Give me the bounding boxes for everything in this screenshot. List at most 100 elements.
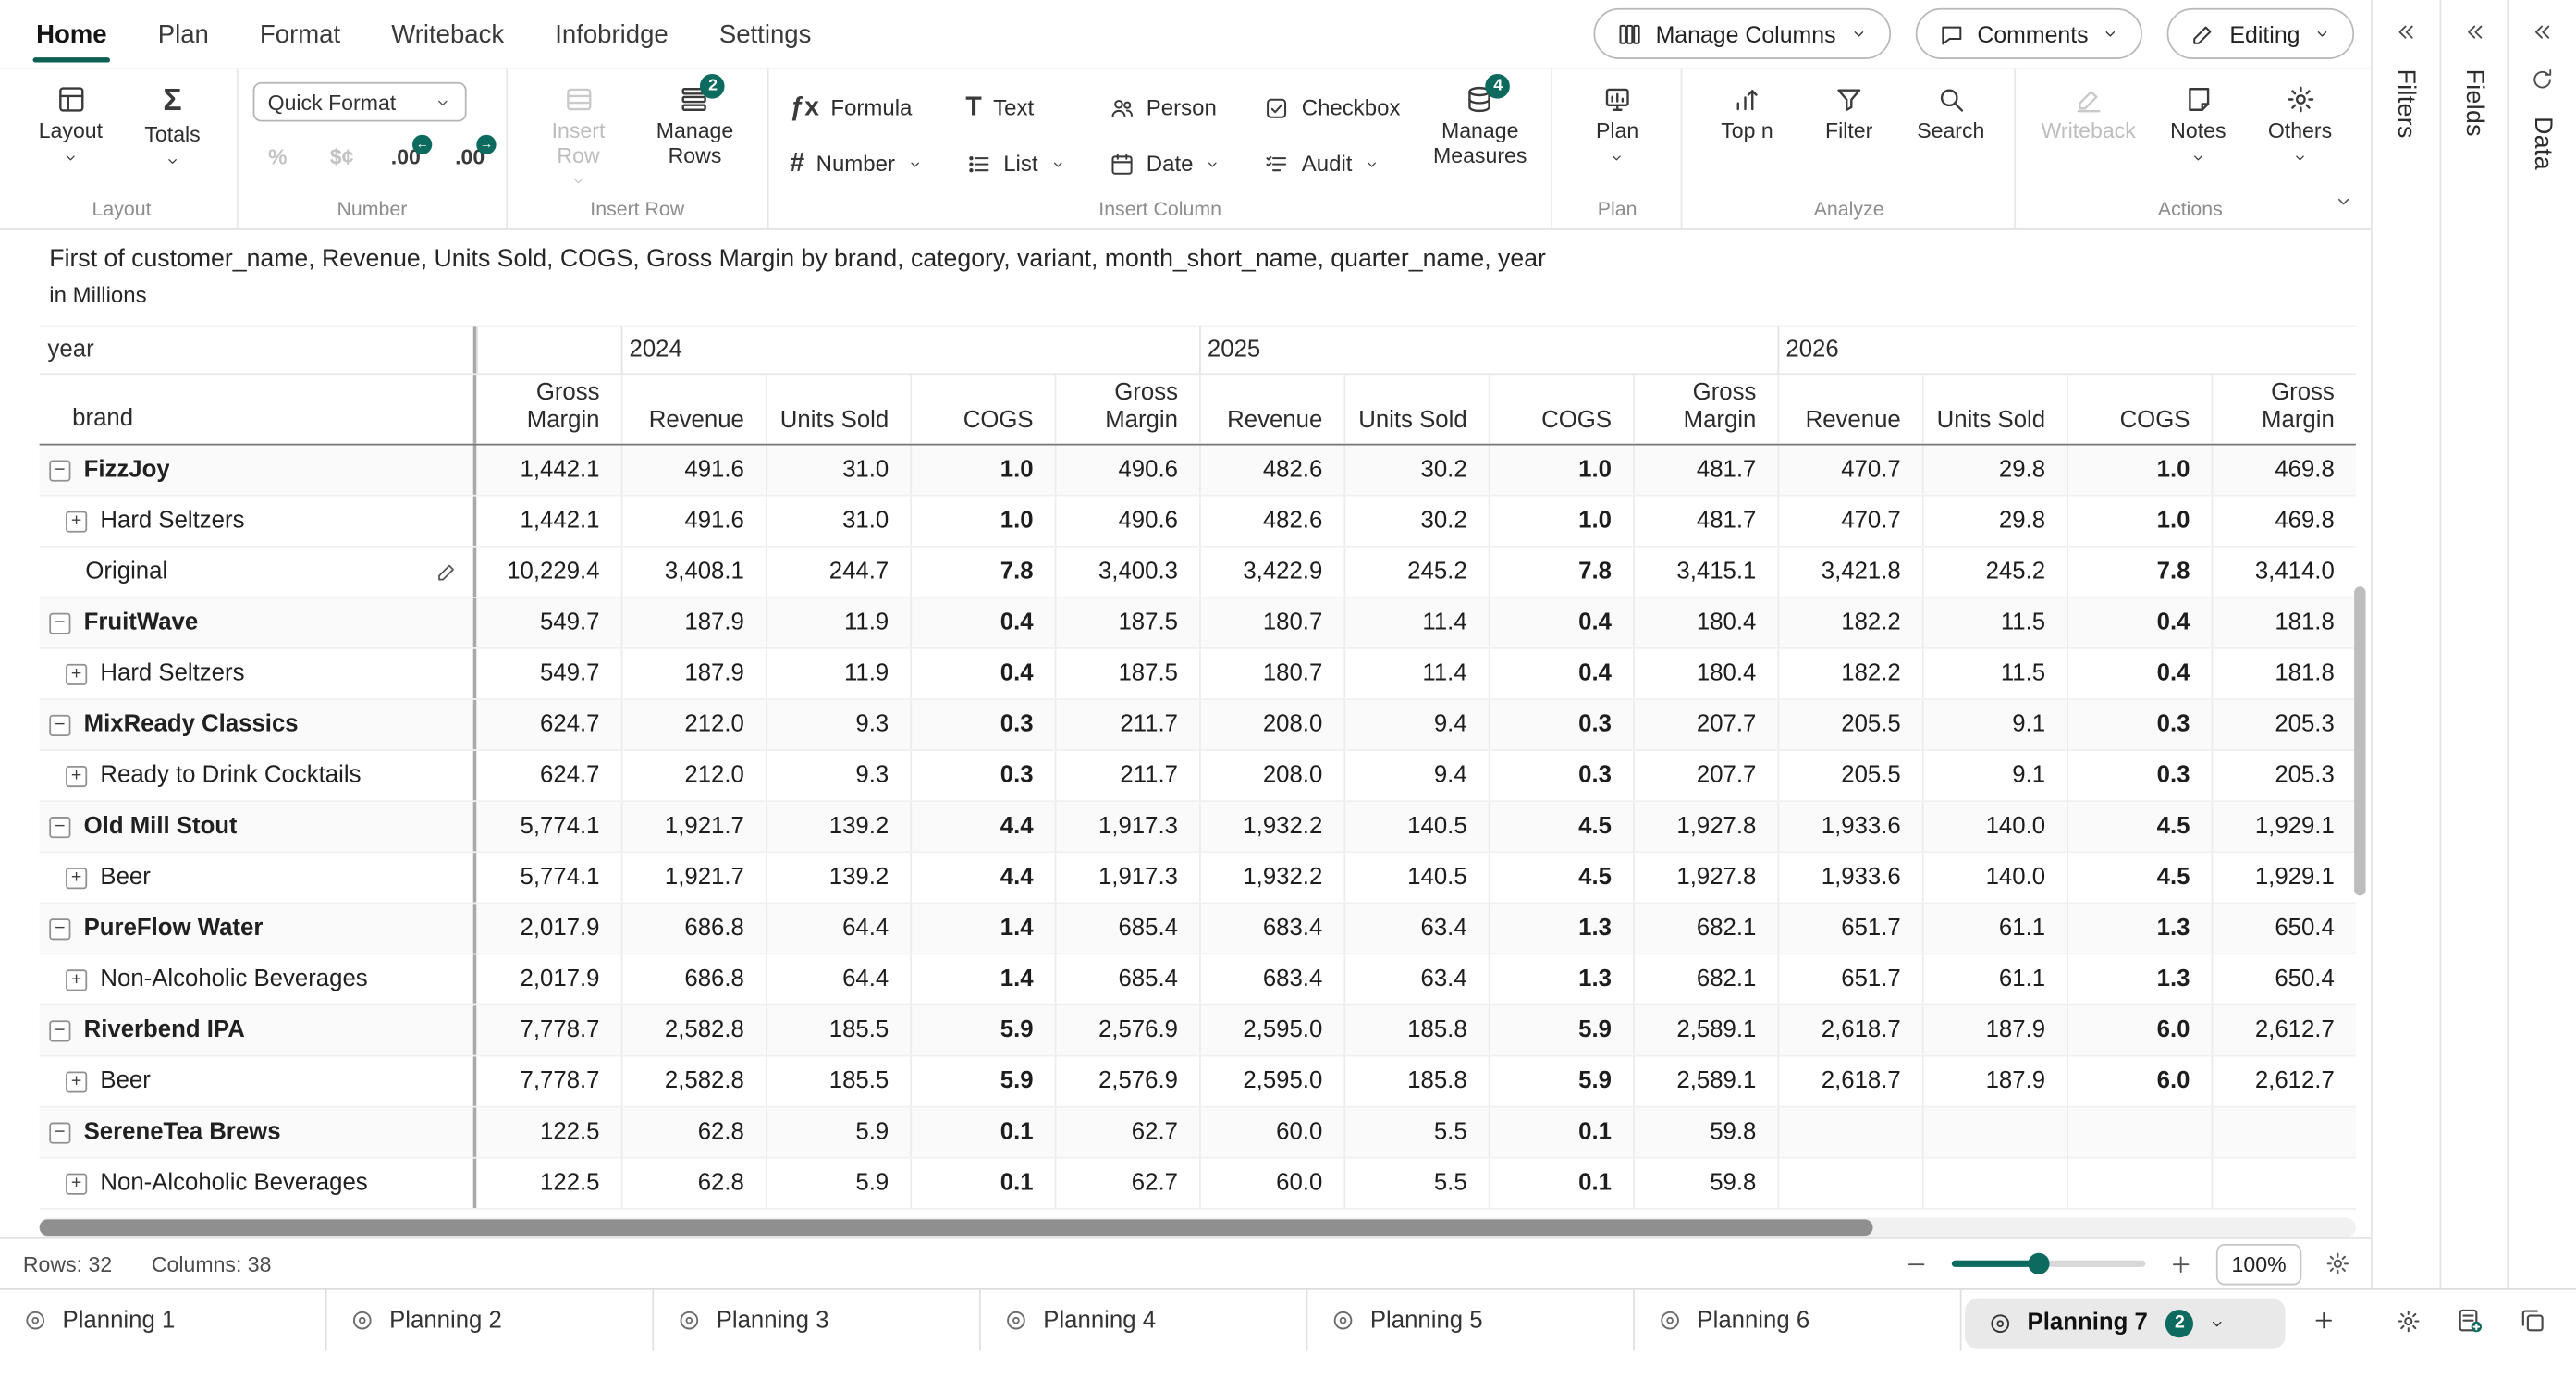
cell-r13-c3[interactable]: 0.1 xyxy=(910,1108,1054,1157)
cell-r0-c10[interactable]: 29.8 xyxy=(1922,446,2067,495)
collapse-toggle-icon[interactable]: − xyxy=(49,612,70,634)
cell-r6-c8[interactable]: 207.7 xyxy=(1633,752,1777,801)
expand-panel-icon[interactable] xyxy=(2393,19,2418,44)
cell-r5-c5[interactable]: 208.0 xyxy=(1199,700,1343,749)
cell-r1-c7[interactable]: 1.0 xyxy=(1489,497,1633,546)
row-label-hard-seltzers[interactable]: +Hard Seltzers xyxy=(40,649,477,698)
cell-r9-c9[interactable]: 651.7 xyxy=(1777,905,1921,954)
cell-r13-c10[interactable] xyxy=(1922,1108,2067,1157)
cell-r10-c6[interactable]: 63.4 xyxy=(1343,955,1488,1004)
cell-r3-c8[interactable]: 180.4 xyxy=(1633,598,1777,647)
menu-item-settings[interactable]: Settings xyxy=(716,0,815,68)
cell-r4-c11[interactable]: 0.4 xyxy=(2067,649,2211,698)
cell-r11-c10[interactable]: 187.9 xyxy=(1922,1006,2067,1055)
row-label-non-alcoholic-beverages[interactable]: +Non-Alcoholic Beverages xyxy=(40,955,477,1004)
cell-r11-c6[interactable]: 185.8 xyxy=(1343,1006,1488,1055)
cell-r0-c6[interactable]: 30.2 xyxy=(1343,446,1488,495)
cell-r12-c10[interactable]: 187.9 xyxy=(1922,1057,2067,1106)
insert-column-person-button[interactable]: Person xyxy=(1109,87,1221,128)
cell-r6-c10[interactable]: 9.1 xyxy=(1922,752,2067,801)
cell-r13-c2[interactable]: 5.9 xyxy=(766,1108,910,1157)
decimal-decrease-button[interactable]: .00→ xyxy=(448,136,491,176)
cell-r7-c1[interactable]: 1,921.7 xyxy=(621,803,766,852)
cell-r1-c8[interactable]: 481.7 xyxy=(1633,497,1777,546)
expand-toggle-icon[interactable]: + xyxy=(66,1173,87,1194)
row-label-ready-to-drink-cocktails[interactable]: +Ready to Drink Cocktails xyxy=(40,752,477,801)
cell-r0-c7[interactable]: 1.0 xyxy=(1489,446,1633,495)
collapse-toggle-icon[interactable]: − xyxy=(49,1122,70,1143)
cell-r9-c10[interactable]: 61.1 xyxy=(1922,905,2067,954)
row-label-riverbend-ipa[interactable]: −Riverbend IPA xyxy=(40,1006,477,1055)
horizontal-scrollbar-thumb[interactable] xyxy=(40,1220,1873,1237)
expand-toggle-icon[interactable]: + xyxy=(66,868,87,889)
collapse-toggle-icon[interactable]: − xyxy=(49,918,70,940)
cell-r8-c8[interactable]: 1,927.8 xyxy=(1633,854,1777,903)
cell-r14-c0[interactable]: 122.5 xyxy=(476,1159,620,1208)
cell-r7-c8[interactable]: 1,927.8 xyxy=(1633,803,1777,852)
cell-r14-c7[interactable]: 0.1 xyxy=(1489,1159,1633,1208)
new-sheet-button[interactable] xyxy=(2456,1307,2484,1335)
row-label-non-alcoholic-beverages[interactable]: +Non-Alcoholic Beverages xyxy=(40,1159,477,1208)
cell-r5-c7[interactable]: 0.3 xyxy=(1489,700,1633,749)
cell-r7-c2[interactable]: 139.2 xyxy=(766,803,910,852)
menu-item-format[interactable]: Format xyxy=(256,0,343,68)
cell-r11-c8[interactable]: 2,589.1 xyxy=(1633,1006,1777,1055)
cell-r8-c9[interactable]: 1,933.6 xyxy=(1777,854,1921,903)
cell-r0-c11[interactable]: 1.0 xyxy=(2067,446,2211,495)
cell-r3-c0[interactable]: 549.7 xyxy=(476,598,620,647)
edit-row-icon[interactable] xyxy=(435,560,459,584)
insert-column-audit-button[interactable]: Audit xyxy=(1264,143,1401,184)
add-sheet-tab-button[interactable] xyxy=(2312,1290,2337,1351)
cell-r12-c8[interactable]: 2,589.1 xyxy=(1633,1057,1777,1106)
cell-r2-c7[interactable]: 7.8 xyxy=(1489,548,1633,597)
top-n-button[interactable]: Top n xyxy=(1698,78,1797,151)
cell-r5-c0[interactable]: 624.7 xyxy=(476,700,620,749)
cell-r5-c4[interactable]: 211.7 xyxy=(1055,700,1199,749)
cell-r10-c11[interactable]: 1.3 xyxy=(2067,955,2211,1004)
insert-column-list-button[interactable]: List xyxy=(965,143,1065,184)
cell-r12-c9[interactable]: 2,618.7 xyxy=(1777,1057,1921,1106)
cell-r11-c2[interactable]: 185.5 xyxy=(766,1006,910,1055)
expand-toggle-icon[interactable]: + xyxy=(66,1071,87,1092)
cell-r7-c9[interactable]: 1,933.6 xyxy=(1777,803,1921,852)
cell-r10-c2[interactable]: 64.4 xyxy=(766,955,910,1004)
cell-r6-c12[interactable]: 205.3 xyxy=(2212,752,2356,801)
cell-r14-c6[interactable]: 5.5 xyxy=(1343,1159,1488,1208)
cell-r5-c2[interactable]: 9.3 xyxy=(766,700,910,749)
row-label-hard-seltzers[interactable]: +Hard Seltzers xyxy=(40,497,477,546)
cell-r7-c12[interactable]: 1,929.1 xyxy=(2212,803,2356,852)
cell-r2-c8[interactable]: 3,415.1 xyxy=(1633,548,1777,597)
cell-r5-c8[interactable]: 207.7 xyxy=(1633,700,1777,749)
cell-r11-c0[interactable]: 7,778.7 xyxy=(476,1006,620,1055)
filter-button[interactable]: Filter xyxy=(1799,78,1898,151)
cell-r4-c9[interactable]: 182.2 xyxy=(1777,649,1921,698)
cell-r5-c11[interactable]: 0.3 xyxy=(2067,700,2211,749)
cell-r6-c6[interactable]: 9.4 xyxy=(1343,752,1488,801)
cell-r11-c1[interactable]: 2,582.8 xyxy=(621,1006,766,1055)
collapse-toggle-icon[interactable]: − xyxy=(49,817,70,838)
cell-r10-c1[interactable]: 686.8 xyxy=(621,955,766,1004)
sheet-tab-planning-1[interactable]: Planning 1 xyxy=(0,1290,327,1351)
cell-r13-c5[interactable]: 60.0 xyxy=(1199,1108,1343,1157)
horizontal-scrollbar[interactable] xyxy=(40,1218,2356,1237)
cell-r5-c12[interactable]: 205.3 xyxy=(2212,700,2356,749)
cell-r8-c2[interactable]: 139.2 xyxy=(766,854,910,903)
cell-r1-c12[interactable]: 469.8 xyxy=(2212,497,2356,546)
expand-toggle-icon[interactable]: + xyxy=(66,766,87,787)
expand-toggle-icon[interactable]: + xyxy=(66,969,87,991)
decimal-increase-button[interactable]: .00← xyxy=(385,136,427,176)
cell-r1-c0[interactable]: 1,442.1 xyxy=(476,497,620,546)
insert-column-text-button[interactable]: TText xyxy=(965,87,1065,128)
insert-column-formula-button[interactable]: ƒxFormula xyxy=(790,87,923,128)
cell-r9-c1[interactable]: 686.8 xyxy=(621,905,766,954)
cell-r0-c5[interactable]: 482.6 xyxy=(1199,446,1343,495)
layout-button[interactable]: Layout xyxy=(21,78,120,172)
cell-r6-c5[interactable]: 208.0 xyxy=(1199,752,1343,801)
cell-r2-c11[interactable]: 7.8 xyxy=(2067,548,2211,597)
cell-r7-c6[interactable]: 140.5 xyxy=(1343,803,1488,852)
sheet-settings-button[interactable] xyxy=(2396,1307,2422,1333)
zoom-level[interactable]: 100% xyxy=(2216,1243,2301,1284)
cell-r2-c2[interactable]: 244.7 xyxy=(766,548,910,597)
cell-r4-c2[interactable]: 11.9 xyxy=(766,649,910,698)
cell-r5-c9[interactable]: 205.5 xyxy=(1777,700,1921,749)
